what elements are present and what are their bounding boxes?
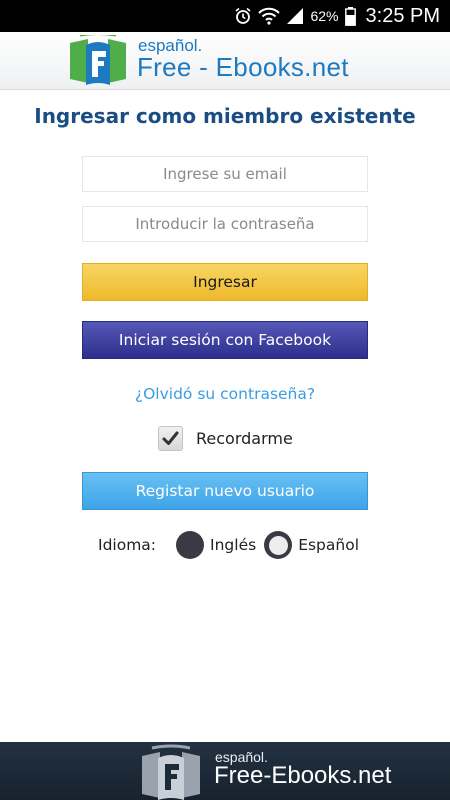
wifi-icon (258, 6, 281, 26)
alarm-icon (234, 6, 252, 26)
app-header: español. Free - Ebooks.net (0, 32, 450, 90)
email-field[interactable] (82, 156, 368, 192)
status-bar: 62% 3:25 PM (0, 0, 450, 32)
language-label: Idioma: (98, 536, 157, 554)
radio-english-label: Inglés (210, 536, 257, 554)
login-button[interactable]: Ingresar (82, 263, 368, 301)
remember-me-label: Recordarme (196, 429, 293, 448)
language-selector: Idioma: Inglés Español (98, 531, 367, 559)
radio-spanish[interactable] (264, 531, 293, 559)
footer-book-logo-icon (142, 744, 200, 800)
clock: 3:25 PM (365, 4, 440, 27)
battery-icon (344, 6, 356, 26)
checkmark-icon (162, 431, 179, 445)
signal-icon (286, 6, 304, 26)
forgot-password-link[interactable]: ¿Olvidó su contraseña? (0, 385, 450, 403)
remember-me-checkbox[interactable] (158, 426, 183, 451)
page-title: Ingresar como miembro existente (34, 104, 416, 128)
facebook-login-button[interactable]: Iniciar sesión con Facebook (82, 321, 368, 359)
logo-title: Free - Ebooks.net (137, 52, 349, 82)
radio-english[interactable] (176, 531, 205, 559)
book-logo-icon (70, 35, 126, 85)
remember-me-row: Recordarme (158, 426, 293, 451)
radio-spanish-label: Español (298, 536, 360, 554)
footer-logo-title: Free-Ebooks.net (214, 762, 392, 789)
footer-banner: español. Free-Ebooks.net (0, 742, 450, 800)
password-field[interactable] (82, 206, 368, 242)
register-button[interactable]: Registar nuevo usuario (82, 472, 368, 510)
battery-percent: 62% (310, 8, 339, 24)
